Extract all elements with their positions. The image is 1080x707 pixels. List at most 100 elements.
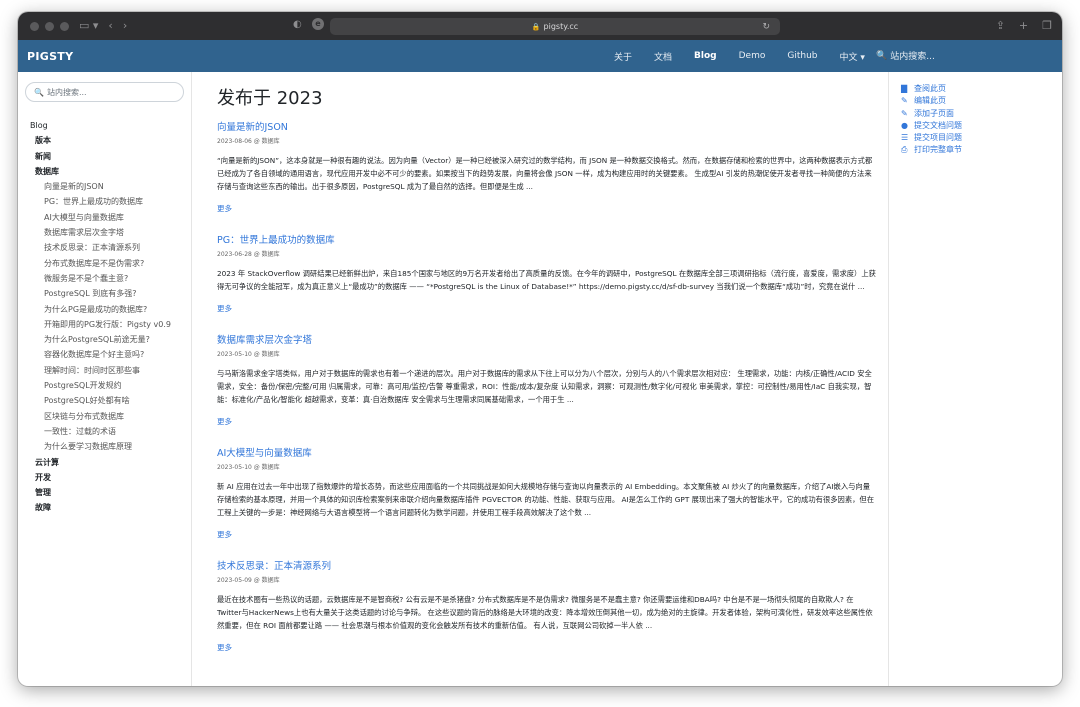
read-more-link[interactable]: 更多 — [217, 303, 888, 314]
sidebar-item[interactable]: 数据库需求层次金字塔 — [30, 225, 184, 240]
sidebar-item[interactable]: PostgreSQL好处都有啥 — [30, 393, 184, 408]
project-issue-link[interactable]: ☰ 提交项目问题 — [901, 132, 1062, 144]
view-page-label: 查阅此页 — [914, 84, 946, 93]
minimize-window-button[interactable] — [45, 21, 54, 31]
edit-page-link[interactable]: ✎ 编辑此页 — [901, 95, 1062, 107]
sidebar-section[interactable]: 新闻 — [30, 149, 184, 164]
post-meta: 2023-08-06 @ 数据库 — [217, 138, 280, 145]
sidebar-item[interactable]: PostgreSQL 到底有多强? — [30, 286, 184, 301]
nav-blog[interactable]: Blog — [694, 51, 717, 61]
read-more-link[interactable]: 更多 — [217, 203, 888, 214]
sidebar-search-placeholder: 站内搜索... — [46, 87, 87, 97]
add-page-icon: ✎ — [901, 108, 908, 118]
nav-about[interactable]: 关于 — [614, 50, 632, 63]
sidebar-item[interactable]: 微服务是不是个蠢主意? — [30, 271, 184, 286]
left-sidebar: 🔍 站内搜索... Blog 版本 新闻 数据库 向量是新的JSON PG：世界… — [18, 72, 192, 686]
back-icon[interactable]: ‹ — [108, 12, 112, 40]
post-excerpt: “向量是新的JSON”，这本身就是一种很有趣的说法。因为向量（Vector）是一… — [217, 156, 873, 191]
sidebar-item[interactable]: 区块链与分布式数据库 — [30, 409, 184, 424]
close-window-button[interactable] — [30, 21, 39, 31]
sidebar-item[interactable]: 容器化数据库是个好主意吗? — [30, 347, 184, 362]
sidebar-item[interactable]: 分布式数据库是不是伪需求? — [30, 256, 184, 271]
print-section-label: 打印完整章节 — [914, 145, 962, 155]
nav-language-dropdown[interactable]: 中文 ▾ — [839, 50, 864, 63]
browser-window: ▭ ▾ ‹ › ◐ e 🔒 pigsty.cc ↻ ⇪ + ❐ PIGSTY 关… — [18, 12, 1062, 686]
sidebar-item[interactable]: PostgreSQL开发规约 — [30, 378, 184, 393]
project-issue-label: 提交项目问题 — [914, 133, 962, 143]
sidebar-section[interactable]: 管理 — [30, 485, 184, 500]
sidebar-item[interactable]: 一致性：过载的术语 — [30, 424, 184, 439]
sidebar-section[interactable]: 云计算 — [30, 455, 184, 470]
post-meta: 2023-05-10 @ 数据库 — [217, 464, 280, 471]
address-bar[interactable]: 🔒 pigsty.cc ↻ — [330, 18, 780, 35]
list-icon: ☰ — [901, 133, 909, 143]
nav-docs[interactable]: 文档 — [654, 50, 672, 63]
read-more-link[interactable]: 更多 — [217, 529, 888, 540]
post-entry: PG：世界上最成功的数据库 2023-06-28 @ 数据库 2023 年 St… — [217, 232, 888, 314]
sidebar-section[interactable]: 故障 — [30, 500, 184, 515]
nav-search-label: 站内搜索... — [890, 52, 935, 62]
post-meta: 2023-05-10 @ 数据库 — [217, 351, 280, 358]
sidebar-item[interactable]: 为什么要学习数据库原理 — [30, 439, 184, 454]
file-icon: ▇ — [901, 84, 908, 93]
sidebar-section[interactable]: 版本 — [30, 133, 184, 148]
github-icon: ● — [901, 120, 908, 130]
view-page-link[interactable]: ▇ 查阅此页 — [901, 83, 1062, 95]
window-controls — [30, 21, 69, 31]
post-meta: 2023-06-28 @ 数据库 — [217, 251, 280, 258]
privacy-shield-icon[interactable]: ◐ — [293, 19, 302, 30]
share-icon[interactable]: ⇪ — [996, 12, 1005, 40]
post-title-link[interactable]: 向量是新的JSON — [217, 119, 888, 133]
doc-issue-link[interactable]: ● 提交文档问题 — [901, 120, 1062, 132]
post-meta: 2023-05-09 @ 数据库 — [217, 577, 280, 584]
post-title-link[interactable]: 数据库需求层次金字塔 — [217, 332, 888, 346]
extension-icon[interactable]: e — [312, 18, 324, 30]
nav-github[interactable]: Github — [787, 51, 817, 61]
page-title: 发布于 2023 — [217, 88, 323, 109]
post-title-link[interactable]: PG：世界上最成功的数据库 — [217, 232, 888, 246]
sidebar-section[interactable]: 开发 — [30, 470, 184, 485]
sidebar-item[interactable]: PG：世界上最成功的数据库 — [30, 194, 184, 209]
address-url: pigsty.cc — [543, 22, 579, 31]
sidebar-toggle-icon[interactable]: ▭ ▾ — [79, 12, 98, 40]
add-child-page-label: 添加子页面 — [914, 108, 954, 118]
search-icon: 🔍 — [34, 87, 44, 97]
site-navbar: PIGSTY 关于 文档 Blog Demo Github 中文 ▾ 🔍 站内搜… — [18, 40, 1062, 72]
sidebar-section[interactable]: 数据库 — [30, 164, 184, 179]
read-more-link[interactable]: 更多 — [217, 416, 888, 427]
nav-demo[interactable]: Demo — [739, 51, 766, 61]
post-title-link[interactable]: 技术反思录：正本清源系列 — [217, 558, 888, 572]
nav-search[interactable]: 🔍 站内搜索... — [876, 49, 935, 63]
print-icon: ⎙ — [901, 145, 908, 155]
sidebar-tree: Blog 版本 新闻 数据库 向量是新的JSON PG：世界上最成功的数据库 A… — [25, 118, 184, 516]
search-icon: 🔍 — [876, 50, 888, 61]
sidebar-item[interactable]: 为什么PG是最成功的数据库? — [30, 302, 184, 317]
zoom-window-button[interactable] — [60, 21, 69, 31]
reload-icon[interactable]: ↻ — [762, 22, 770, 32]
new-tab-icon[interactable]: + — [1019, 12, 1028, 40]
sidebar-item[interactable]: 技术反思录：正本清源系列 — [30, 240, 184, 255]
brand-logo[interactable]: PIGSTY — [27, 50, 73, 63]
post-excerpt: 新 AI 应用在过去一年中出现了指数爆炸的增长态势，而这些应用面临的一个共同挑战… — [217, 482, 875, 517]
lock-icon: 🔒 — [531, 22, 541, 31]
post-entry: 向量是新的JSON 2023-08-06 @ 数据库 “向量是新的JSON”，这… — [217, 119, 888, 214]
post-excerpt: 最近在技术圈有一些热议的话题，云数据库是不是智商税? 公有云是不是杀猪盘? 分布… — [217, 595, 873, 630]
post-entry: 技术反思录：正本清源系列 2023-05-09 @ 数据库 最近在技术圈有一些热… — [217, 558, 888, 653]
read-more-link[interactable]: 更多 — [217, 642, 888, 653]
sidebar-item[interactable]: 开箱即用的PG发行版：Pigsty v0.9 — [30, 317, 184, 332]
sidebar-item[interactable]: 理解时间：时间时区那些事 — [30, 363, 184, 378]
print-section-link[interactable]: ⎙ 打印完整章节 — [901, 144, 1062, 156]
sidebar-item[interactable]: 向量是新的JSON — [30, 179, 184, 194]
browser-toolbar: ▭ ▾ ‹ › ◐ e 🔒 pigsty.cc ↻ ⇪ + ❐ — [18, 12, 1062, 40]
tab-overview-icon[interactable]: ❐ — [1042, 12, 1052, 40]
sidebar-root-blog[interactable]: Blog — [30, 118, 184, 133]
add-child-page-link[interactable]: ✎ 添加子页面 — [901, 108, 1062, 120]
post-title-link[interactable]: AI大模型与向量数据库 — [217, 445, 888, 459]
post-excerpt: 与马斯洛需求金字塔类似，用户对于数据库的需求也有着一个递进的层次。用户对于数据库… — [217, 369, 872, 404]
sidebar-item[interactable]: 为什么PostgreSQL前途无量? — [30, 332, 184, 347]
sidebar-search-input[interactable]: 🔍 站内搜索... — [25, 82, 184, 102]
forward-icon[interactable]: › — [123, 12, 127, 40]
toolbar-right: ⇪ + ❐ — [996, 12, 1052, 40]
sidebar-item[interactable]: AI大模型与向量数据库 — [30, 210, 184, 225]
post-entry: AI大模型与向量数据库 2023-05-10 @ 数据库 新 AI 应用在过去一… — [217, 445, 888, 540]
